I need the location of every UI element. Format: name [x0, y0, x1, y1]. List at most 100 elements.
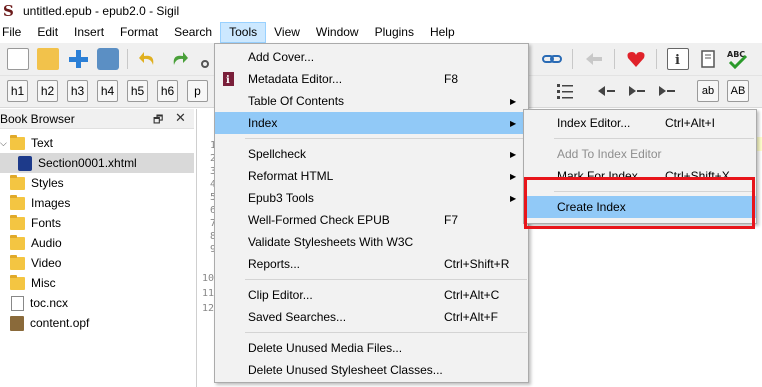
- spellcheck-icon[interactable]: ABC: [726, 48, 748, 70]
- tree-item-label: Misc: [31, 276, 56, 290]
- book-icon[interactable]: [697, 48, 719, 70]
- add-file-icon[interactable]: [67, 48, 89, 70]
- tree-item-section0001[interactable]: Section0001.xhtml: [0, 153, 194, 173]
- heading-4-button[interactable]: h4: [97, 80, 118, 102]
- lowercase-button[interactable]: ab: [697, 80, 719, 102]
- menu-item-well-formed-check[interactable]: Well-Formed Check EPUB F7: [215, 209, 528, 231]
- window-title: untitled.epub - epub2.0 - Sigil: [23, 4, 180, 18]
- menu-view[interactable]: View: [266, 22, 308, 43]
- undo-icon[interactable]: [137, 48, 159, 70]
- menu-bar: File Edit Insert Format Search Tools Vie…: [0, 22, 762, 43]
- menu-item-label: Index: [248, 116, 278, 130]
- menu-item-add-cover[interactable]: Add Cover...: [215, 46, 528, 68]
- paragraph-button[interactable]: p: [187, 80, 208, 102]
- menu-plugins[interactable]: Plugins: [367, 22, 422, 43]
- heading-1-button[interactable]: h1: [7, 80, 28, 102]
- menu-item-label: Add To Index Editor: [557, 147, 662, 161]
- toolbar-separator: [572, 49, 573, 69]
- heading-5-button[interactable]: h5: [127, 80, 148, 102]
- menu-window[interactable]: Window: [308, 22, 367, 43]
- tree-item-text[interactable]: ⌵ Text: [0, 133, 194, 153]
- book-browser-header: Book Browser 🗗 ✕: [0, 109, 194, 129]
- increase-indent-icon[interactable]: [625, 80, 647, 102]
- link-icon[interactable]: [541, 48, 563, 70]
- menu-item-metadata-editor[interactable]: i Metadata Editor... F8: [215, 68, 528, 90]
- new-file-icon[interactable]: [7, 48, 29, 70]
- menu-help[interactable]: Help: [422, 22, 463, 43]
- close-icon[interactable]: ✕: [175, 110, 186, 126]
- menu-item-shortcut: Ctrl+Shift+R: [444, 257, 510, 271]
- menu-item-shortcut: Ctrl+Alt+F: [444, 310, 499, 324]
- menu-edit[interactable]: Edit: [29, 22, 66, 43]
- menu-item-index-editor[interactable]: Index Editor... Ctrl+Alt+I: [524, 112, 756, 134]
- menu-item-label: Delete Unused Stylesheet Classes...: [248, 363, 443, 377]
- collapse-arrow-icon[interactable]: ⌵: [0, 138, 10, 149]
- menu-item-index[interactable]: Index ▶: [215, 112, 528, 134]
- menu-item-add-to-index-editor: Add To Index Editor: [524, 143, 756, 165]
- submenu-arrow-icon: ▶: [510, 118, 517, 128]
- heart-icon[interactable]: [625, 48, 647, 70]
- tree-item-audio[interactable]: Audio: [0, 233, 194, 253]
- menu-item-label: Clip Editor...: [248, 288, 313, 302]
- folder-icon: [10, 174, 25, 190]
- menu-format[interactable]: Format: [112, 22, 166, 43]
- increase-indent-2-icon[interactable]: [655, 80, 677, 102]
- menu-item-epub3-tools[interactable]: Epub3 Tools ▶: [215, 187, 528, 209]
- title-bar: S untitled.epub - epub2.0 - Sigil: [0, 0, 762, 22]
- menu-file[interactable]: File: [0, 22, 29, 43]
- tree-item-styles[interactable]: Styles: [0, 173, 194, 193]
- menu-item-reports[interactable]: Reports... Ctrl+Shift+R: [215, 253, 528, 275]
- menu-tools[interactable]: Tools: [220, 22, 267, 43]
- folder-icon: [10, 194, 25, 210]
- menu-item-label: Delete Unused Media Files...: [248, 341, 403, 355]
- folder-icon: [10, 234, 25, 250]
- heading-3-button[interactable]: h3: [67, 80, 88, 102]
- bullet-list-icon[interactable]: [554, 80, 576, 102]
- tree-item-toc-ncx[interactable]: toc.ncx: [0, 293, 194, 313]
- menu-search[interactable]: Search: [166, 22, 220, 43]
- menu-item-table-of-contents[interactable]: Table Of Contents ▶: [215, 90, 528, 112]
- submenu-arrow-icon: ▶: [510, 171, 517, 181]
- tree-item-content-opf[interactable]: content.opf: [0, 313, 194, 333]
- folder-icon: [10, 134, 25, 150]
- menu-item-label: Well-Formed Check EPUB: [248, 213, 390, 227]
- tree-item-label: content.opf: [30, 316, 90, 330]
- menu-item-spellcheck[interactable]: Spellcheck ▶: [215, 143, 528, 165]
- back-arrow-icon[interactable]: [583, 48, 605, 70]
- heading-2-button[interactable]: h2: [37, 80, 58, 102]
- submenu-arrow-icon: ▶: [510, 193, 517, 203]
- line-number-gutter: 1 2 3 4 5 6 7 8 9 10 11 12: [196, 130, 216, 320]
- heading-6-button[interactable]: h6: [157, 80, 178, 102]
- menu-separator: [245, 332, 527, 333]
- save-icon[interactable]: [97, 48, 119, 70]
- file-icon: [11, 295, 24, 311]
- svg-text:i: i: [675, 53, 680, 68]
- tree-item-fonts[interactable]: Fonts: [0, 213, 194, 233]
- redo-icon[interactable]: [168, 48, 190, 70]
- menu-item-validate-stylesheets[interactable]: Validate Stylesheets With W3C: [215, 231, 528, 253]
- menu-item-saved-searches[interactable]: Saved Searches... Ctrl+Alt+F: [215, 306, 528, 328]
- menu-item-shortcut: Ctrl+Alt+C: [444, 288, 500, 302]
- dock-icon[interactable]: 🗗: [153, 111, 163, 130]
- menu-item-delete-unused-media[interactable]: Delete Unused Media Files...: [215, 337, 528, 359]
- decrease-indent-icon[interactable]: [595, 80, 617, 102]
- tree-item-misc[interactable]: Misc: [0, 273, 194, 293]
- menu-item-delete-unused-classes[interactable]: Delete Unused Stylesheet Classes...: [215, 359, 528, 381]
- tree-item-label: Section0001.xhtml: [38, 156, 137, 170]
- tree-item-images[interactable]: Images: [0, 193, 194, 213]
- tree-item-label: toc.ncx: [30, 296, 69, 310]
- open-folder-icon[interactable]: [37, 48, 59, 70]
- annotation-highlight-box: [524, 177, 755, 229]
- tools-menu: Add Cover... i Metadata Editor... F8 Tab…: [214, 43, 529, 383]
- info-icon[interactable]: i: [667, 48, 689, 70]
- menu-item-clip-editor[interactable]: Clip Editor... Ctrl+Alt+C: [215, 284, 528, 306]
- menu-insert[interactable]: Insert: [66, 22, 112, 43]
- menu-item-label: Epub3 Tools: [248, 191, 314, 205]
- folder-icon: [10, 274, 25, 290]
- menu-item-reformat-html[interactable]: Reformat HTML ▶: [215, 165, 528, 187]
- menu-item-label: Index Editor...: [557, 116, 631, 130]
- folder-icon: [10, 214, 25, 230]
- uppercase-button[interactable]: AB: [727, 80, 749, 102]
- book-browser-tree: ⌵ Text Section0001.xhtml Styles Images F…: [0, 130, 194, 387]
- tree-item-video[interactable]: Video: [0, 253, 194, 273]
